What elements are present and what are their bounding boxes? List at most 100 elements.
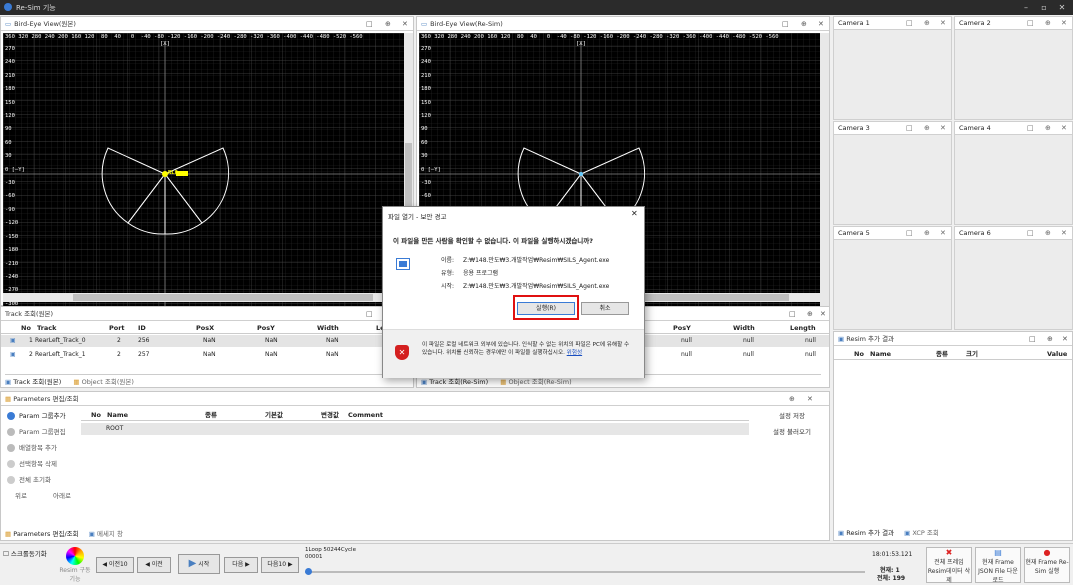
pin-icon[interactable]: ⊕ [807,307,813,321]
scroll-sync-checkbox[interactable]: ☐ 스크롤동기화 [3,548,47,558]
tab-icon: ▦ [500,378,507,386]
close-icon[interactable]: ✕ [402,17,408,31]
tab-track-resim[interactable]: Track 조회(Re-Sim) [429,378,488,386]
tab-object-resim[interactable]: Object 조회(Re-Sim) [509,378,572,386]
bev-left-canvas[interactable]: 360 320 280 240 200 160 120 80 40 0 -40 … [3,33,404,306]
monitor-icon: ▣ [838,335,845,343]
maximize-icon[interactable]: □ [366,307,373,321]
next10-button[interactable]: 다음10 ▶ [261,557,299,573]
window-titlebar: Re-Sim 기능 – ▫ ✕ [0,0,1073,15]
bev-left-panel: ▭ Bird-Eye View(원본) □ ⊕ ✕ 360 320 280 240 [0,16,414,306]
param-group-edit-button[interactable]: Param 그룹편집 [3,425,75,439]
run-button[interactable]: 실행(R) [517,302,575,315]
prev-button[interactable]: ◀ 이전 [137,557,171,573]
pin-icon[interactable]: ⊕ [801,17,807,31]
file-name: Z:₩148.만도₩3.개발작업₩Resim₩SILS_Agent.exe [463,257,610,264]
close-icon[interactable]: ✕ [820,307,826,321]
camera-panel-1: Camera 1 □ ⊕ ✕ [833,16,952,120]
maximize-icon[interactable]: □ [1027,227,1034,240]
horizontal-scrollbar[interactable] [3,293,404,302]
bev-left-grid [3,33,404,306]
reset-all-button[interactable]: 전체 초기화 [3,473,75,487]
close-icon[interactable]: ✕ [1061,122,1067,135]
table-row[interactable]: ROOT [81,423,749,435]
maximize-icon[interactable]: □ [366,17,373,31]
close-icon[interactable]: ✕ [1061,17,1067,30]
next-button[interactable]: 다음 ▶ [224,557,258,573]
minimize-icon[interactable]: – [1020,2,1032,13]
close-icon[interactable]: ✕ [940,227,946,240]
close-icon[interactable]: ✕ [1056,2,1068,13]
maximize-icon[interactable]: □ [906,17,913,30]
resim-drive-button[interactable]: Resim 구동기능 [58,547,92,583]
close-icon[interactable]: ✕ [818,17,824,31]
close-icon[interactable]: ✕ [940,17,946,30]
camera-title: Camera 2 [959,19,991,27]
resim-result-title: Resim 추가 결과 [846,335,895,343]
frame-info: 00001 [305,554,323,560]
pin-icon[interactable]: ⊕ [789,392,795,406]
file-source: Z:₩148.만도₩3.개발작업₩Resim₩SILS_Agent.exe [463,283,610,290]
maximize-icon[interactable]: □ [1029,332,1036,346]
parameters-panel: ▦ Parameters 편집/조회 ⊕ ✕ Param 그룹추가 Param 그룹… [0,391,830,541]
slider-handle[interactable] [305,568,312,575]
pin-icon[interactable]: ⊕ [1045,122,1051,135]
close-icon[interactable]: ✕ [1062,332,1068,346]
sensor-label: RL0 [168,170,178,176]
download-json-button[interactable]: ▤ 현재 Frame JSON File 다운로드 [975,547,1021,584]
close-icon[interactable]: ✕ [631,209,638,218]
maximize-icon[interactable]: □ [1027,17,1034,30]
tab-messages[interactable]: 메세지 창 [97,530,123,538]
camera-title: Camera 5 [838,229,870,237]
pin-icon[interactable]: ⊕ [1047,332,1053,346]
tab-track-left[interactable]: Track 조회(원본) [13,378,61,386]
camera-panel-2: Camera 2 □ ⊕ ✕ [954,16,1073,120]
move-down-button[interactable]: 아래로 [41,489,77,503]
table-row[interactable]: ▣ 1 RearLeft_Track_0 2 256 NaN NaN NaN [1,335,413,347]
x-axis-mark: [X] [576,41,586,47]
close-icon[interactable]: ✕ [1061,227,1067,240]
document-icon: ▤ [994,548,1002,557]
vertical-scrollbar[interactable] [820,33,829,306]
dialog-warning-text: 이 파일은 로컬 네트워크 외부에 있습니다. 인식할 수 없는 위치의 파일은… [422,342,630,356]
delete-resim-data-button[interactable]: ✖ 전체 프레임 Resim데이터 삭제 [926,547,972,584]
tab-xcp[interactable]: XCP 조회 [912,529,938,537]
pin-icon[interactable]: ⊕ [1045,17,1051,30]
resim-result-header: No Name 종류 크기 Value [834,348,1072,360]
delete-selected-button[interactable]: 선택항목 삭제 [3,457,75,471]
maximize-icon[interactable]: □ [1027,122,1034,135]
pin-icon[interactable]: ⊕ [924,122,930,135]
move-up-button[interactable]: 위로 [3,489,39,503]
risk-link[interactable]: 위험성 [567,350,582,356]
y-axis-ruler-left: 270 240 210 180 150 120 90 60 30 0 [—Y] -30 -60 -90-… [5,46,25,306]
tab-parameters[interactable]: Parameters 편집/조회 [13,530,78,538]
save-settings-button[interactable]: 설정 저장 [753,409,829,423]
cancel-button[interactable]: 취소 [581,302,629,315]
maximize-icon[interactable]: □ [906,122,913,135]
pin-icon[interactable]: ⊕ [385,17,391,31]
maximize-icon[interactable]: □ [906,227,913,240]
maximize-icon[interactable]: □ [782,17,789,31]
frame-slider[interactable] [305,568,865,575]
table-row[interactable]: ▣ 2 RearLeft_Track_1 2 257 NaN NaN NaN [1,349,413,361]
pin-icon[interactable]: ⊕ [924,17,930,30]
pin-icon[interactable]: ⊕ [1045,227,1051,240]
pin-icon[interactable]: ⊕ [924,227,930,240]
dialog-title: 파일 열기 - 보안 경고 [388,213,447,221]
array-item-add-button[interactable]: 배열항목 추가 [3,441,75,455]
load-settings-button[interactable]: 설정 불러오기 [753,425,829,439]
maximize-icon[interactable]: □ [789,307,796,321]
tab-resim-result[interactable]: Resim 추가 결과 [846,529,894,537]
loop-info: 1Loop 50244Cycle [305,547,356,553]
params-table-header: No Name 종류 기본값 변경값 Comment [81,409,749,421]
run-resim-button[interactable]: ● 현재 Frame Re-Sim 실행 [1024,547,1070,583]
prev10-button[interactable]: ◀ 이전10 [96,557,134,573]
tab-icon: ▣ [5,378,12,386]
close-icon[interactable]: ✕ [807,392,813,406]
close-icon[interactable]: ✕ [940,122,946,135]
tab-object-left[interactable]: Object 조회(원본) [82,378,134,386]
start-button[interactable]: ▶ 시작 [178,554,220,574]
restore-icon[interactable]: ▫ [1038,2,1050,13]
application-icon [396,258,410,270]
param-group-add-button[interactable]: Param 그룹추가 [3,409,75,423]
